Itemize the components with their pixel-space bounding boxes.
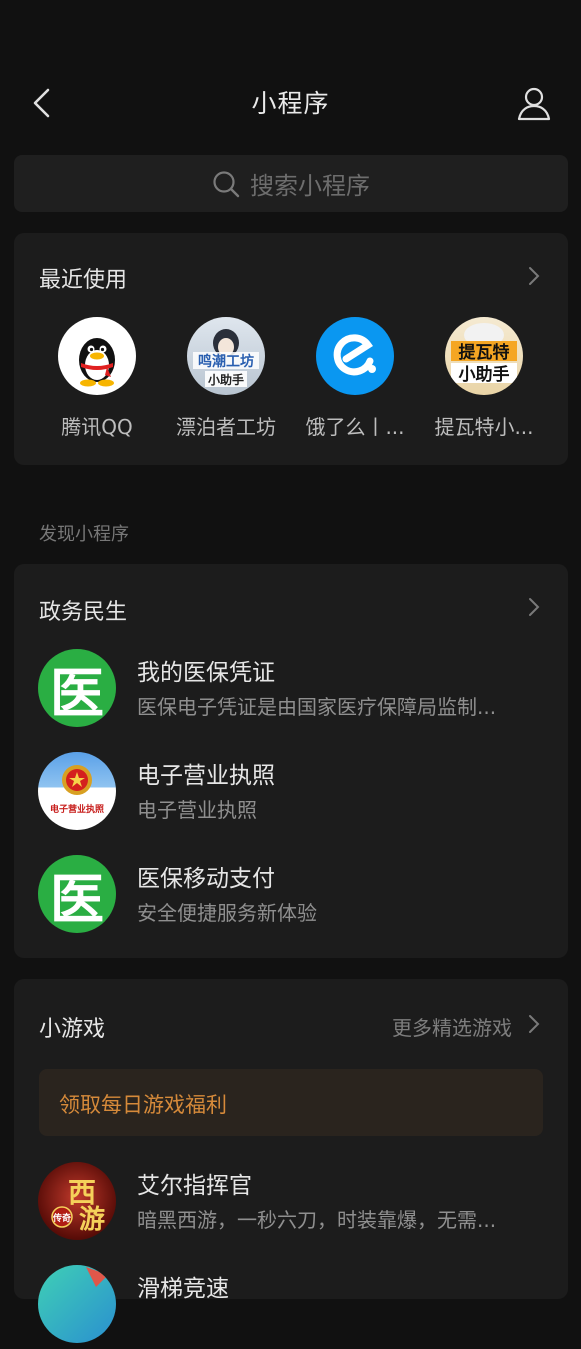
qq-penguin-icon (58, 317, 136, 395)
header: 小程序 (0, 0, 581, 150)
item-desc: 电子营业执照 (137, 798, 257, 822)
list-item[interactable]: 西 游 传奇 艾尔指挥官 暗黑西游，一秒六刀，时装靠爆，无需... (38, 1162, 558, 1246)
svg-text:小助手: 小助手 (459, 364, 510, 385)
svg-text:提瓦特: 提瓦特 (459, 342, 510, 363)
item-name: 电子营业执照 (137, 763, 275, 789)
chevron-right-icon[interactable] (526, 1012, 542, 1036)
item-name: 艾尔指挥官 (137, 1173, 252, 1199)
icon-glyph: 医 (50, 661, 104, 725)
slide-race-icon (38, 1265, 116, 1343)
banner-label: 领取每日游戏福利 (59, 1093, 227, 1117)
recent-card: 最近使用 腾讯QQ 鸣潮工坊 小助手 漂泊者工坊 饿了么丨... 提瓦特 小助手… (14, 233, 568, 465)
page-title: 小程序 (251, 89, 330, 118)
gov-title: 政务民生 (39, 600, 128, 625)
list-item[interactable]: 医 我的医保凭证 医保电子凭证是由国家医疗保障局监制... (38, 649, 558, 733)
recent-item-eleme[interactable]: 饿了么丨... (291, 317, 419, 440)
list-item[interactable]: 电子营业执照 电子营业执照 电子营业执照 (38, 752, 558, 836)
more-games-link[interactable]: 更多精选游戏 (392, 1012, 512, 1041)
item-name: 医保移动支付 (137, 866, 275, 892)
item-desc: 暗黑西游，一秒六刀，时装靠爆，无需... (137, 1208, 497, 1232)
medical-insurance-icon: 医 (38, 649, 116, 727)
item-desc: 安全便捷服务新体验 (137, 901, 317, 925)
item-name: 滑梯竞速 (137, 1276, 229, 1302)
wanderer-workshop-icon: 鸣潮工坊 小助手 (187, 317, 265, 395)
eleme-icon (316, 317, 394, 395)
business-license-icon: 电子营业执照 (38, 752, 116, 830)
gov-card: 政务民生 医 我的医保凭证 医保电子凭证是由国家医疗保障局监制... 电子营业执… (14, 564, 568, 958)
search-input[interactable]: 搜索小程序 (14, 155, 568, 212)
svg-text:传奇: 传奇 (52, 1212, 71, 1224)
chevron-right-icon[interactable] (526, 264, 542, 288)
item-desc: 医保电子凭证是由国家医疗保障局监制... (137, 695, 497, 719)
discover-label: 发现小程序 (39, 524, 129, 545)
list-item[interactable]: 医 医保移动支付 安全便捷服务新体验 (38, 855, 558, 939)
games-card: 小游戏 更多精选游戏 领取每日游戏福利 西 游 传奇 艾尔指挥官 暗黑西游，一秒… (14, 979, 568, 1343)
teyvat-helper-icon: 提瓦特 小助手 (445, 317, 523, 395)
icon-glyph: 医 (50, 867, 104, 931)
recent-item-label: 腾讯QQ (61, 415, 133, 439)
games-title: 小游戏 (39, 1017, 106, 1042)
recent-item-wanderer-workshop[interactable]: 鸣潮工坊 小助手 漂泊者工坊 (162, 317, 290, 440)
chevron-right-icon[interactable] (526, 595, 542, 619)
search-icon (213, 170, 240, 197)
daily-game-bonus-banner[interactable]: 领取每日游戏福利 (39, 1069, 543, 1136)
list-item[interactable]: 滑梯竞速 (38, 1265, 558, 1349)
recent-item-label: 漂泊者工坊 (176, 415, 276, 439)
svg-text:小助手: 小助手 (208, 372, 244, 387)
recent-item-teyvat-helper[interactable]: 提瓦特 小助手 提瓦特小... (420, 317, 548, 440)
svg-text:游: 游 (79, 1205, 105, 1235)
recent-title: 最近使用 (39, 268, 128, 293)
svg-text:鸣潮工坊: 鸣潮工坊 (198, 353, 254, 370)
person-icon[interactable] (516, 86, 552, 122)
svg-text:电子营业执照: 电子营业执照 (50, 803, 104, 815)
xiyou-game-icon: 西 游 传奇 (38, 1162, 116, 1240)
recent-item-qq[interactable]: 腾讯QQ (33, 317, 161, 440)
item-name: 我的医保凭证 (137, 660, 275, 686)
search-placeholder: 搜索小程序 (250, 172, 370, 200)
medical-insurance-icon: 医 (38, 855, 116, 933)
recent-item-label: 提瓦特小... (434, 415, 534, 439)
recent-item-label: 饿了么丨... (305, 415, 405, 439)
